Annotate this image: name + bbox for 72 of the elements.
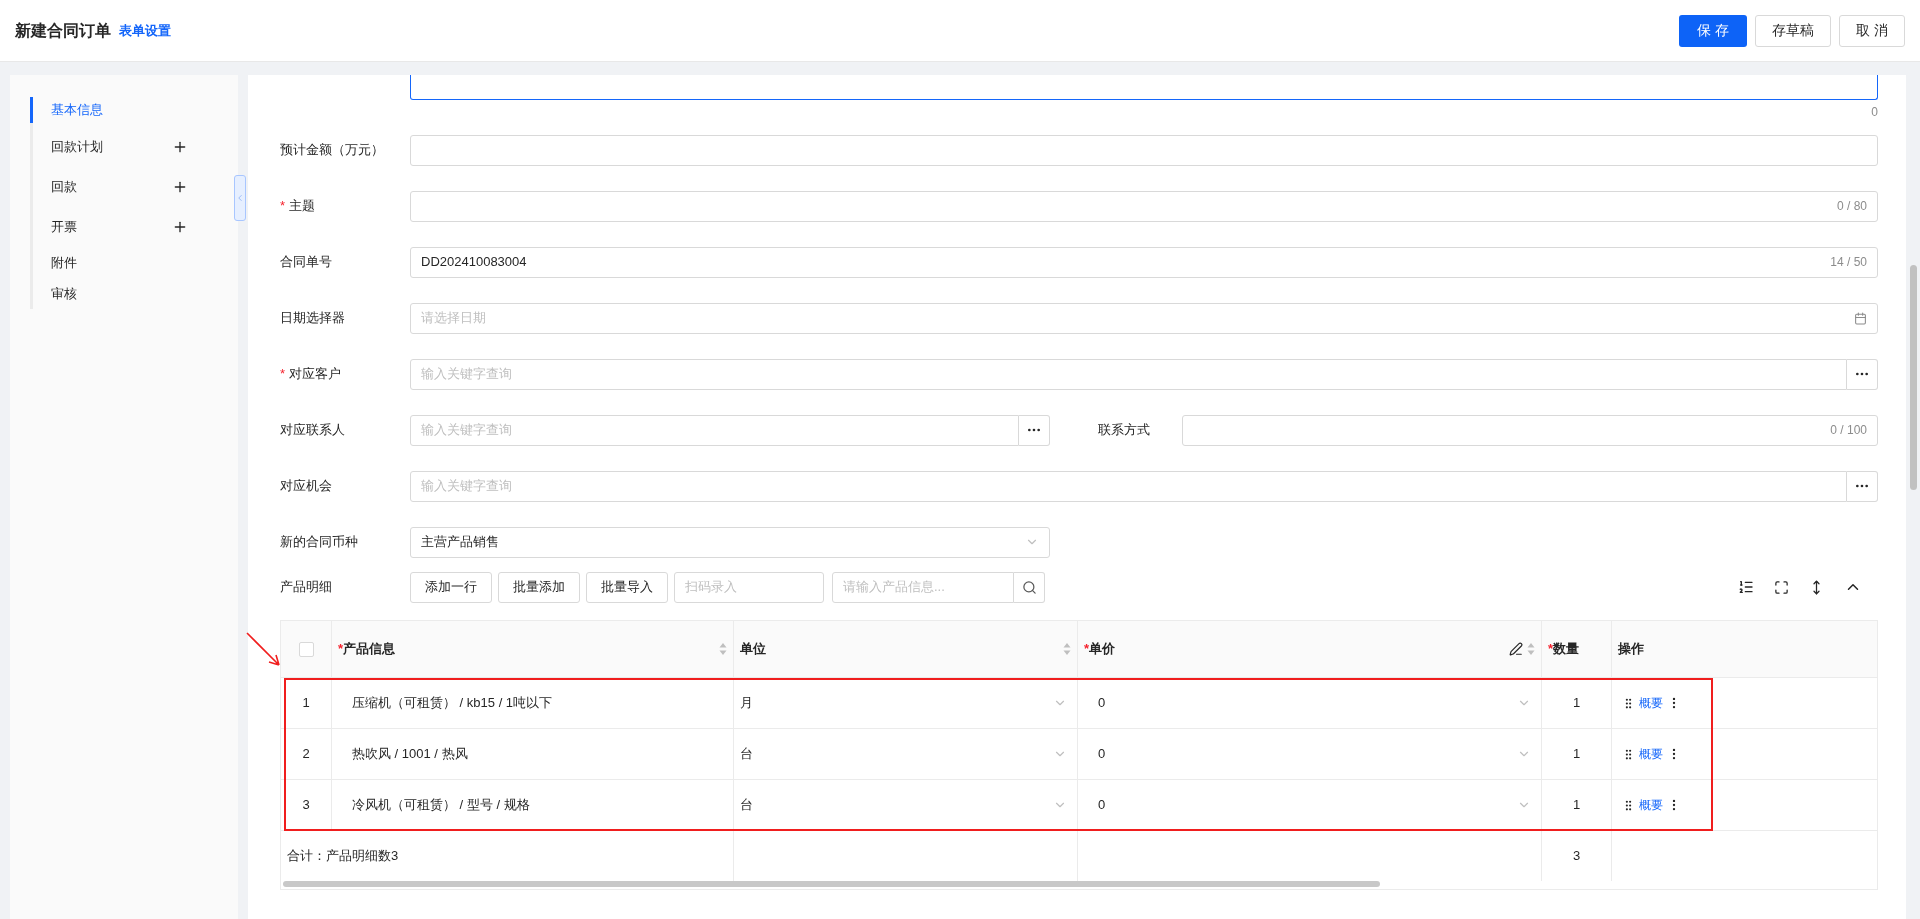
table-cell: 冷风机（可租赁） / 型号 / 规格	[331, 780, 733, 830]
add-icon[interactable]	[172, 219, 188, 235]
textarea-field[interactable]	[410, 75, 1878, 100]
table-cell: 压缩机（可租赁） / kb15 / 1吨以下	[331, 678, 733, 728]
toolbar-button[interactable]: 批量添加	[498, 571, 580, 603]
table-cell: 1	[1541, 729, 1611, 779]
column-header[interactable]: *产品信息	[331, 621, 733, 677]
field-label: * 对应客户	[280, 365, 343, 384]
field-label: * 主题	[280, 197, 317, 216]
price-select[interactable]: 0	[1077, 780, 1541, 830]
table-cell: 热吹风 / 1001 / 热风	[331, 729, 733, 779]
page-scrollbar[interactable]	[1909, 265, 1917, 490]
text-field[interactable]	[410, 134, 1878, 166]
form-settings-link[interactable]: 表单设置	[119, 20, 171, 41]
price-select[interactable]: 0	[1077, 678, 1541, 728]
add-icon[interactable]	[172, 179, 188, 195]
field-label: 预计金额（万元）	[280, 141, 385, 160]
table-cell: 1	[1541, 780, 1611, 830]
add-icon[interactable]	[172, 139, 188, 155]
table-cell: 1	[1541, 678, 1611, 728]
unit-select[interactable]: 台	[733, 729, 1077, 779]
action-button[interactable]: 取 消	[1839, 14, 1905, 47]
select-all-checkbox[interactable]	[298, 641, 314, 657]
save-button[interactable]: 保 存	[1679, 14, 1748, 47]
sidebar-item[interactable]: 回款	[30, 167, 188, 207]
action-button[interactable]: 存草稿	[1755, 14, 1832, 47]
column-header[interactable]: *单价	[1077, 621, 1541, 677]
page-title: 新建合同订单	[15, 20, 111, 41]
price-select[interactable]: 0	[1077, 729, 1541, 779]
column-header[interactable]: 操作	[1611, 621, 1877, 677]
search-icon	[1021, 579, 1037, 595]
column-header[interactable]: *数量	[1541, 621, 1611, 677]
sidebar-item[interactable]: 开票	[30, 207, 188, 247]
character-counter: 0 / 80	[1836, 198, 1867, 215]
edit-icon[interactable]	[1509, 642, 1523, 656]
collapse-handle[interactable]	[234, 175, 246, 221]
row-number: 3	[301, 796, 311, 815]
field-label: 联系方式	[1097, 421, 1151, 440]
chevron-left-icon	[235, 193, 245, 203]
field-label: 日期选择器	[280, 309, 346, 328]
select-field[interactable]: 主营产品销售	[410, 526, 1050, 558]
search-button[interactable]	[1014, 571, 1045, 603]
field-label: 新的合同币种	[280, 533, 359, 552]
sidebar-item[interactable]: 审核	[30, 278, 188, 309]
character-counter: 0 / 100	[1830, 422, 1867, 439]
column-header[interactable]: 单位	[733, 621, 1077, 677]
sidebar-item[interactable]: 附件	[30, 247, 188, 278]
toolbar-button[interactable]: 添加一行	[410, 571, 492, 603]
table-cell: 3	[1541, 831, 1611, 881]
row-number: 1	[301, 694, 311, 713]
sidebar-item[interactable]: 回款计划	[30, 127, 188, 167]
section-label: 产品明细	[280, 578, 333, 597]
field-label: 对应机会	[280, 477, 333, 496]
calendar-icon	[1854, 311, 1867, 325]
fullscreen-icon[interactable]	[1774, 579, 1789, 595]
field-label: 合同单号	[280, 253, 333, 272]
unit-select[interactable]: 台	[733, 780, 1077, 830]
sidebar-item[interactable]: 基本信息	[30, 97, 188, 123]
text-field[interactable]: DD202410083004 14 / 50	[410, 246, 1878, 278]
summary-link[interactable]: 概要	[1639, 796, 1663, 814]
text-field[interactable]: 0 / 100	[1182, 414, 1878, 446]
summary-label: 合计：产品明细数3	[286, 847, 400, 866]
summary-link[interactable]: 概要	[1639, 694, 1663, 712]
character-counter: 0	[1871, 106, 1878, 118]
field-label: 对应联系人	[280, 421, 346, 440]
text-field[interactable]: 0 / 80	[410, 190, 1878, 222]
horizontal-scrollbar[interactable]	[283, 881, 1380, 887]
unit-select[interactable]: 月	[733, 678, 1077, 728]
summary-link[interactable]: 概要	[1639, 745, 1663, 763]
toolbar-button[interactable]: 批量导入	[586, 571, 668, 603]
row-number: 2	[301, 745, 311, 764]
character-counter: 14 / 50	[1830, 254, 1867, 271]
